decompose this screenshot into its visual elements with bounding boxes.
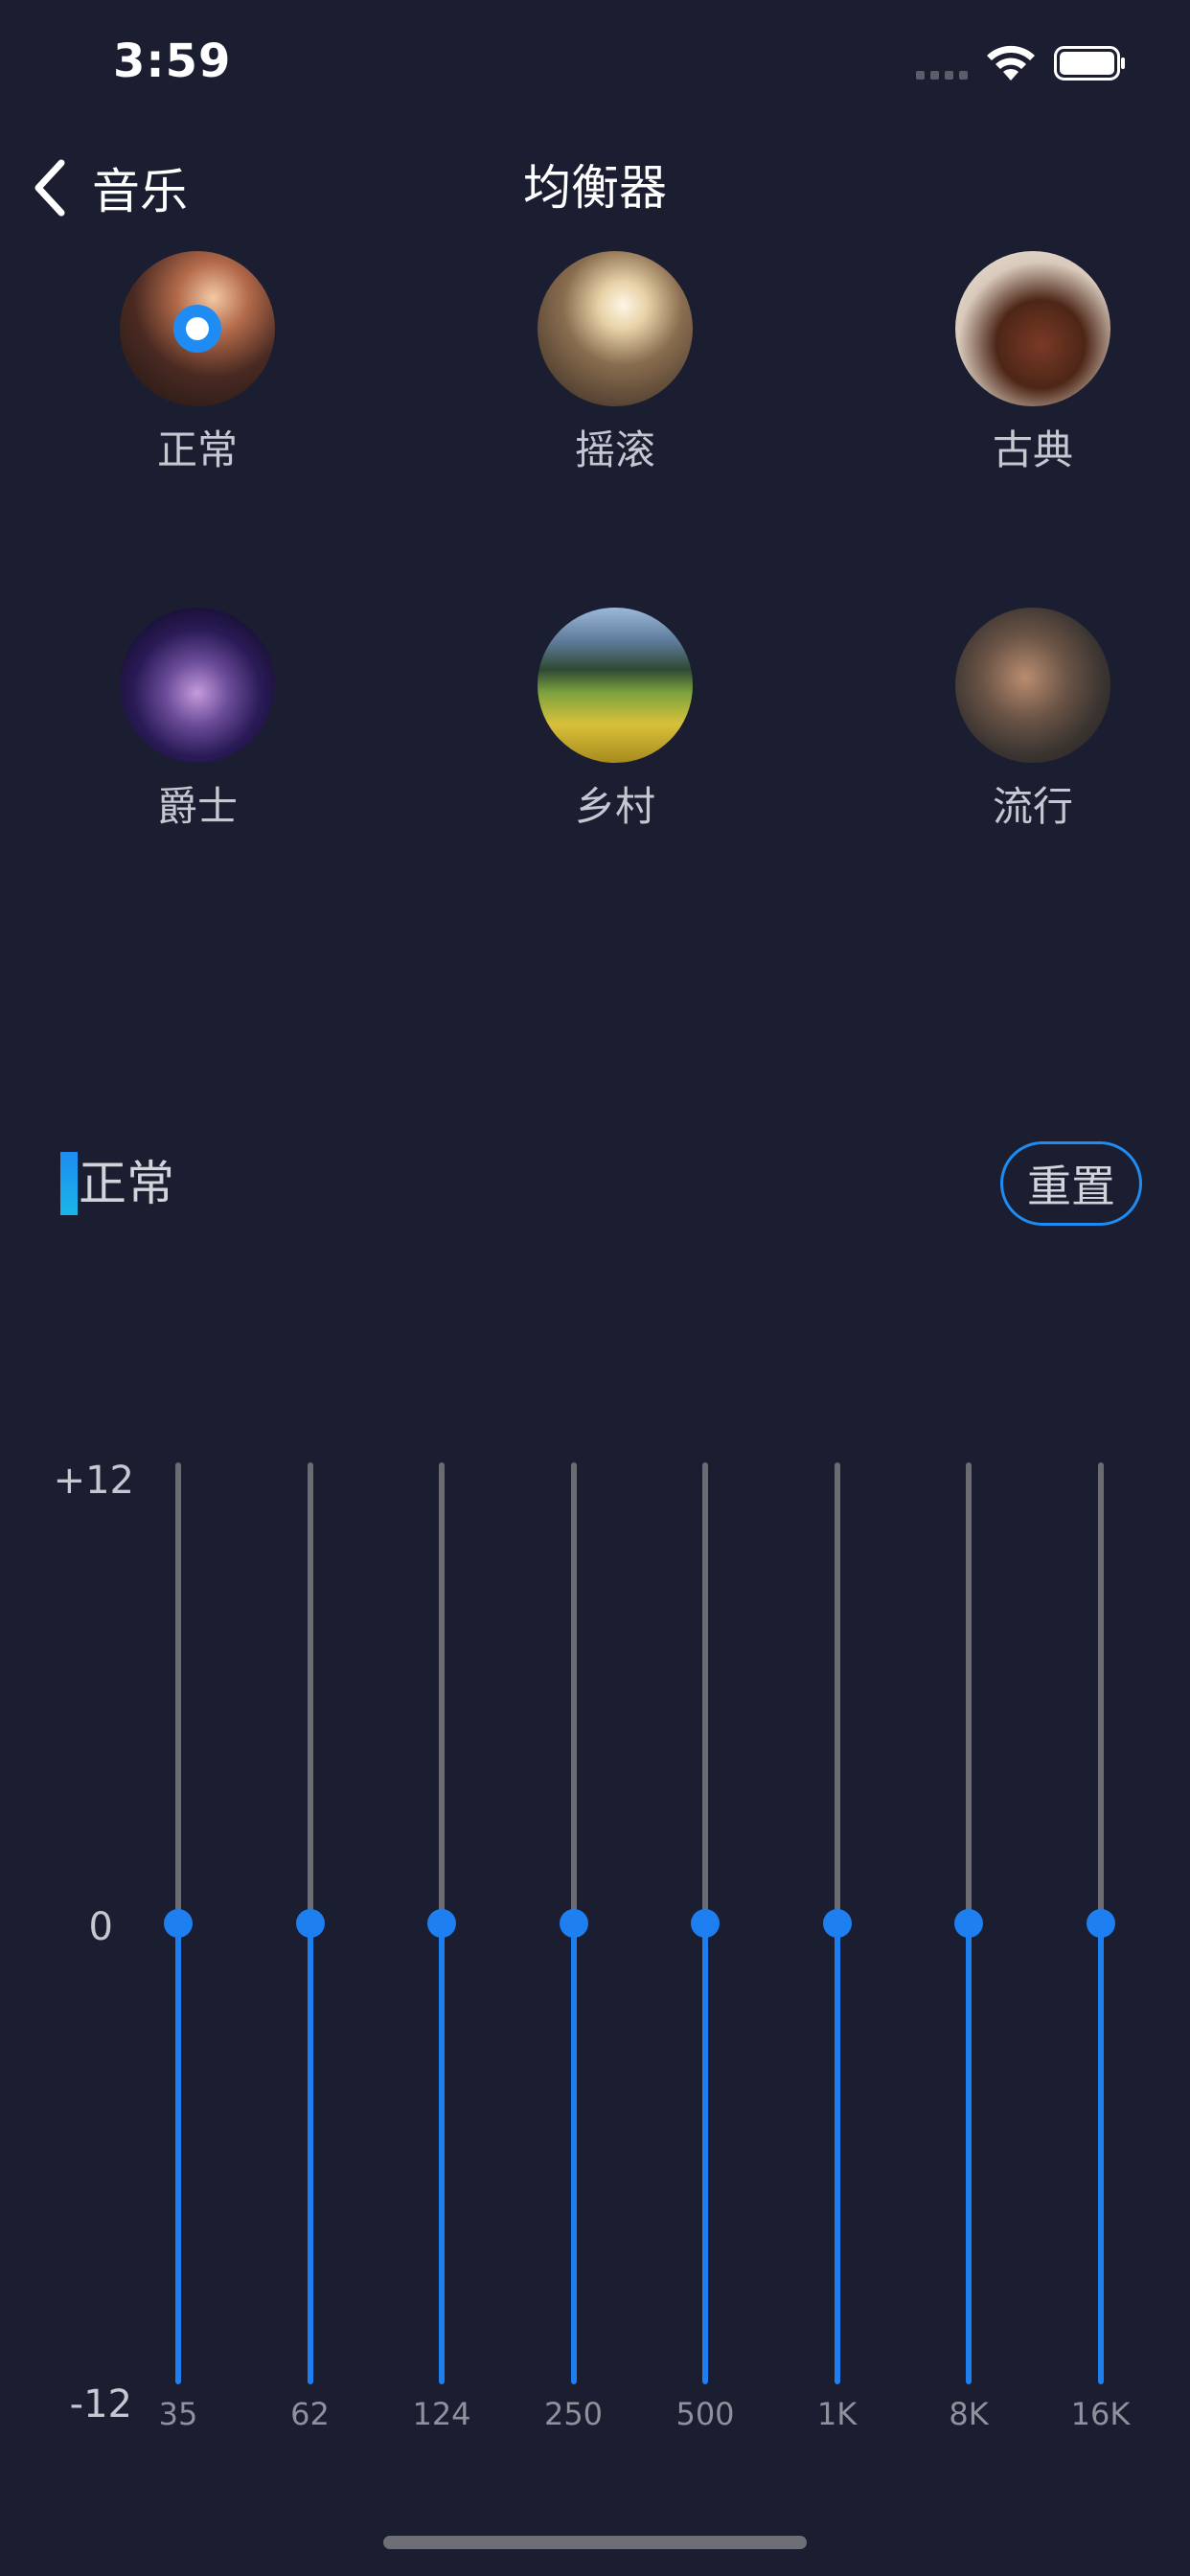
- eq-band-track: [570, 1462, 577, 1923]
- wifi-icon: [987, 45, 1035, 80]
- preset-label: 乡村: [574, 783, 655, 830]
- eq-band-track: [702, 1462, 708, 1923]
- axis-label-mid: 0: [88, 1905, 113, 1949]
- eq-band-frequency-label: 124: [412, 2396, 471, 2432]
- preset-normal[interactable]: 正常: [102, 251, 293, 476]
- eq-band-frequency-label: 250: [543, 2396, 604, 2432]
- preset-label: 流行: [992, 783, 1073, 830]
- eq-band-fill: [570, 1923, 577, 2384]
- eq-band-track: [1097, 1462, 1104, 1923]
- eq-band-slider-250[interactable]: [559, 1909, 588, 1938]
- eq-band-track: [307, 1462, 313, 1923]
- eq-band-slider-124[interactable]: [427, 1909, 456, 1938]
- preset-normal-image: [120, 251, 275, 406]
- eq-band-frequency-label: 62: [290, 2396, 330, 2432]
- preset-country-image: [538, 608, 693, 763]
- eq-band-track: [175, 1462, 181, 1923]
- eq-band-slider-16K[interactable]: [1086, 1909, 1115, 1938]
- eq-band-frequency-label: 1K: [816, 2396, 858, 2432]
- eq-band-fill: [702, 1923, 708, 2384]
- eq-band-track: [834, 1462, 840, 1923]
- preset-label: 摇滚: [574, 426, 655, 473]
- axis-label-bottom: -12: [69, 2382, 132, 2426]
- current-preset-accent-bar: [60, 1152, 78, 1215]
- chevron-left-icon: [34, 159, 65, 217]
- eq-band-fill: [1097, 1923, 1104, 2384]
- current-preset-label: 正常: [79, 1156, 174, 1211]
- home-indicator: [383, 2536, 807, 2549]
- eq-band-slider-62[interactable]: [295, 1909, 325, 1938]
- back-button[interactable]: 音乐: [29, 153, 188, 222]
- eq-band-frequency-label: 35: [158, 2396, 198, 2432]
- eq-band-slider-1K[interactable]: [822, 1909, 852, 1938]
- back-label: 音乐: [92, 164, 188, 219]
- eq-band-frequency-label: 8K: [949, 2396, 989, 2432]
- preset-label: 古典: [992, 426, 1073, 473]
- eq-band-frequency-label: 500: [675, 2396, 735, 2432]
- preset-jazz[interactable]: 爵士: [102, 608, 293, 833]
- signal-icon: [916, 71, 968, 80]
- eq-band-slider-8K[interactable]: [954, 1909, 983, 1938]
- preset-country[interactable]: 乡村: [519, 608, 711, 833]
- reset-button[interactable]: 重置: [1000, 1141, 1142, 1226]
- status-time: 3:59: [113, 34, 232, 88]
- eq-band-track: [966, 1462, 972, 1923]
- equalizer-screen: 3:59 均衡器 音乐 正常 摇滚 古典 爵士 乡村 流行 正常 重置 +12 …: [0, 0, 1190, 2576]
- eq-band-fill: [834, 1923, 840, 2384]
- eq-band-fill: [966, 1923, 972, 2384]
- axis-label-top: +12: [53, 1459, 134, 1503]
- preset-rock-image: [538, 251, 693, 406]
- eq-band-frequency-label: 16K: [1070, 2396, 1131, 2432]
- preset-classical-image: [955, 251, 1110, 406]
- eq-band-fill: [439, 1923, 445, 2384]
- preset-pop[interactable]: 流行: [937, 608, 1129, 833]
- preset-label: 爵士: [156, 783, 238, 830]
- eq-band-slider-35[interactable]: [164, 1909, 193, 1938]
- preset-pop-image: [955, 608, 1110, 763]
- preset-label: 正常: [156, 426, 238, 473]
- eq-band-track: [439, 1462, 445, 1923]
- battery-icon: [1054, 46, 1125, 80]
- preset-jazz-image: [120, 608, 275, 763]
- eq-band-slider-500[interactable]: [691, 1909, 720, 1938]
- eq-band-fill: [307, 1923, 313, 2384]
- selected-indicator-icon: [173, 305, 221, 353]
- eq-band-fill: [175, 1923, 181, 2384]
- preset-rock[interactable]: 摇滚: [519, 251, 711, 476]
- preset-classical[interactable]: 古典: [937, 251, 1129, 476]
